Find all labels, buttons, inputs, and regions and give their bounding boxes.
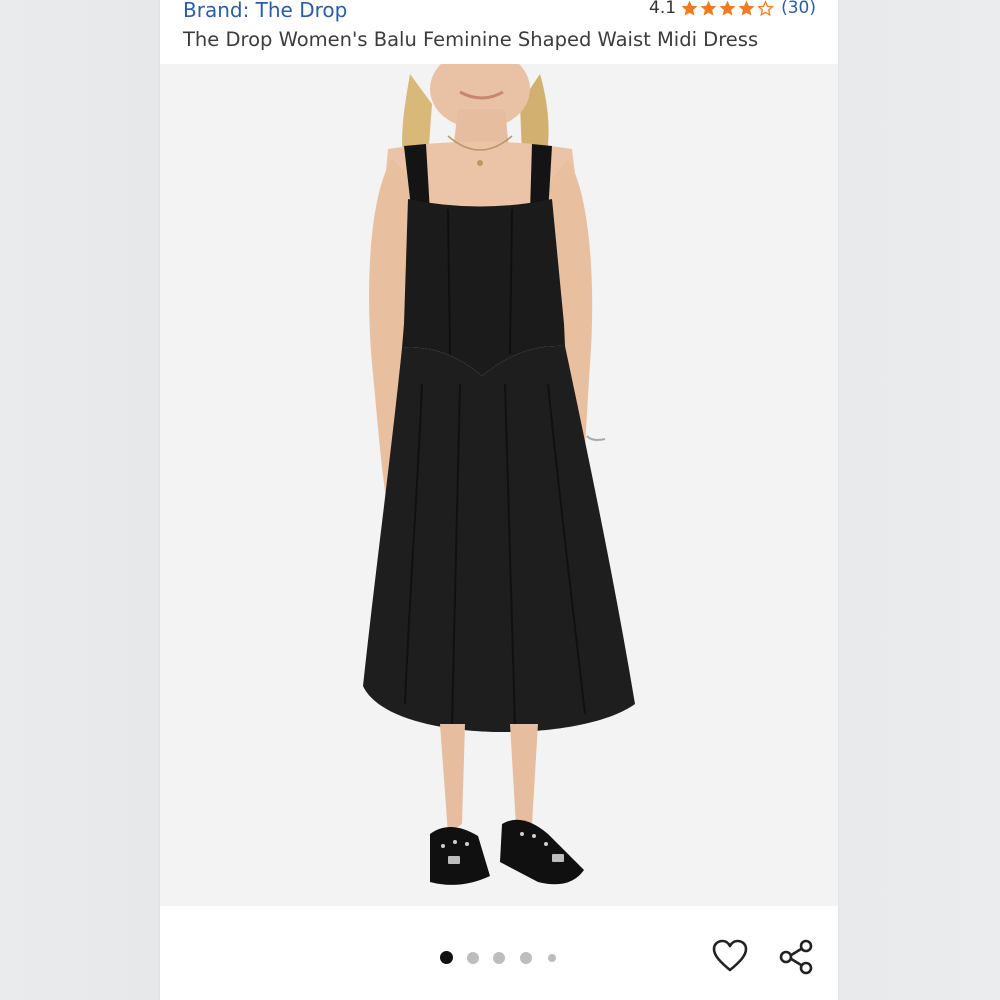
- background-right: [838, 0, 1000, 1000]
- star-full-icon: [700, 0, 717, 16]
- star-full-icon: [738, 0, 755, 16]
- carousel-dot-2[interactable]: [467, 952, 479, 964]
- product-image[interactable]: [160, 64, 838, 906]
- carousel-dot-1[interactable]: [440, 951, 453, 964]
- review-count[interactable]: (30): [781, 0, 816, 18]
- background-left: [0, 0, 160, 1000]
- carousel-dot-4[interactable]: [520, 952, 532, 964]
- rating-stars: [680, 0, 775, 18]
- product-title: The Drop Women's Balu Feminine Shaped Wa…: [183, 28, 759, 51]
- product-header: Brand: The Drop 4.1 (30) The Drop Women'…: [160, 0, 838, 64]
- dress-photo: [160, 64, 838, 906]
- rating-value: 4.1: [649, 0, 677, 18]
- product-card: Brand: The Drop 4.1 (30) The Drop Women'…: [160, 0, 838, 1000]
- carousel-dot-3[interactable]: [493, 952, 505, 964]
- heart-outline-icon: [712, 939, 748, 972]
- carousel-dot-5[interactable]: [548, 954, 556, 962]
- rating-summary[interactable]: 4.1 (30): [649, 0, 816, 18]
- favorite-button[interactable]: [712, 939, 748, 973]
- star-empty-icon: [757, 0, 775, 16]
- share-icon: [779, 939, 813, 975]
- star-full-icon: [719, 0, 736, 16]
- brand-link[interactable]: Brand: The Drop: [183, 0, 347, 22]
- share-button[interactable]: [777, 938, 815, 976]
- star-full-icon: [681, 0, 698, 16]
